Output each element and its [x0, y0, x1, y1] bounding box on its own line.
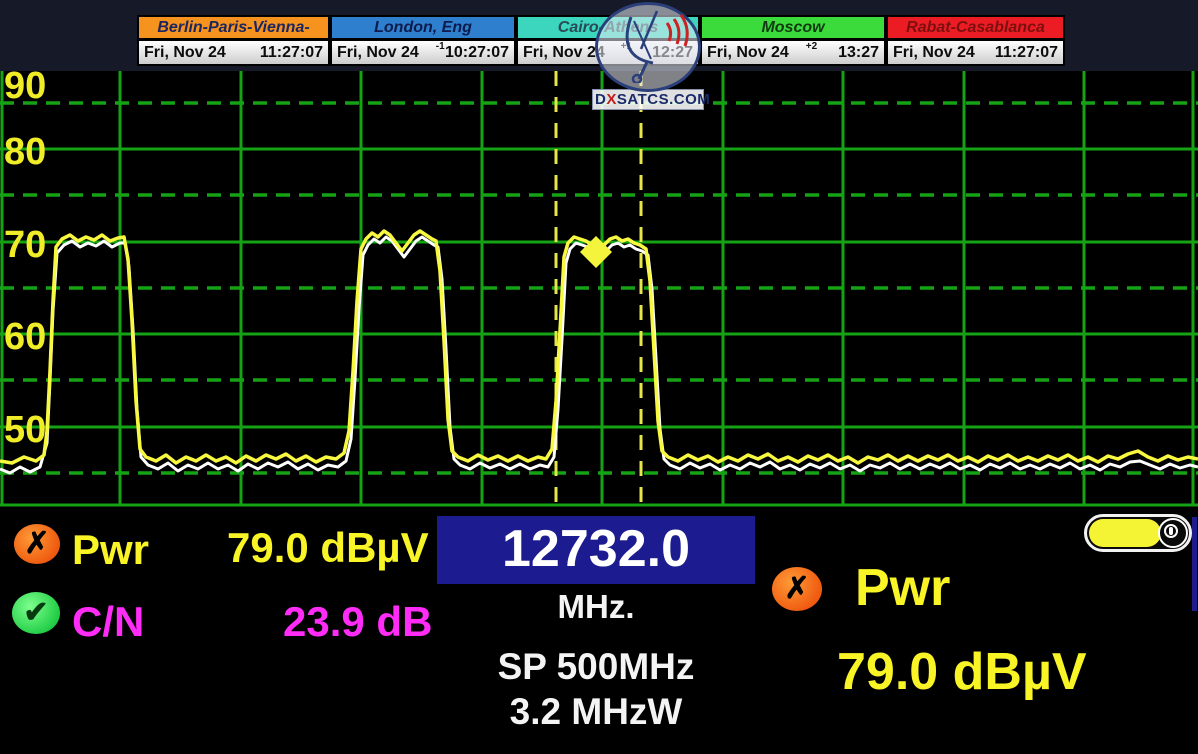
y-axis-label: 70	[4, 224, 46, 266]
clock-utc-offset: +2	[806, 41, 817, 52]
logo-d: D	[595, 91, 606, 108]
toggle-knob-icon	[1158, 518, 1188, 548]
logo-x: X	[606, 91, 617, 108]
clock-4: Rabat-Casablanca Fri, Nov 24 11:27:07	[886, 15, 1065, 66]
spectrum-display: 90 80 70 60 50	[0, 71, 1198, 511]
power-toggle[interactable]	[1084, 514, 1192, 552]
clock-time: 10:27:07	[445, 44, 509, 62]
clock-time: 11:27:07	[260, 44, 323, 62]
clock-1: London, Eng Fri, Nov 24 -110:27:07	[330, 15, 516, 66]
pwr-label-right: Pwr	[855, 558, 950, 618]
clock-time-row: Fri, Nov 24 11:27:07	[886, 40, 1065, 66]
clock-city-label: Moscow	[700, 15, 886, 40]
logo-text: DXSATCS.COM	[592, 89, 704, 110]
dxsatcs-logo: DXSATCS.COM	[592, 2, 704, 110]
clock-date: Fri, Nov 24	[337, 44, 419, 62]
clock-time-row: Fri, Nov 24 +2 13:27	[700, 40, 886, 66]
trace-white	[0, 237, 1198, 473]
y-axis-label: 90	[4, 71, 46, 107]
satellite-dish-logo-icon	[595, 2, 701, 92]
pwr-alarm-x-icon-right: ✗	[772, 567, 822, 611]
pwr-value-right: 79.0 dBµV	[837, 642, 1087, 702]
cn-ok-check-icon: ✔	[12, 592, 60, 634]
clock-time: 11:27:07	[995, 44, 1058, 62]
clock-3: Moscow Fri, Nov 24 +2 13:27	[700, 15, 886, 66]
x-glyph: ✗	[784, 574, 809, 604]
bandwidth-label: 3.2 MHzW	[437, 691, 755, 733]
frequency-unit-label: MHz.	[437, 588, 755, 626]
logo-rest: SATCS.COM	[617, 91, 710, 108]
clock-date: Fri, Nov 24	[893, 44, 975, 62]
clock-time-row: Fri, Nov 24 -110:27:07	[330, 40, 516, 66]
clock-time-row: Fri, Nov 24 11:27:07	[137, 40, 330, 66]
check-glyph: ✔	[23, 598, 48, 628]
center-frequency-display[interactable]: 12732.0	[437, 516, 755, 584]
clock-utc-offset: -1	[436, 41, 445, 52]
clock-date: Fri, Nov 24	[144, 44, 226, 62]
y-axis-label: 50	[4, 409, 46, 451]
clock-city-label: Berlin-Paris-Vienna-Roma	[137, 15, 330, 40]
pwr-value-left: 79.0 dBµV	[227, 524, 429, 572]
measurement-panel: ✗ Pwr 79.0 dBµV 12732.0 MHz. ✔ C/N 23.9 …	[0, 511, 1198, 754]
pwr-alarm-x-icon: ✗	[14, 524, 60, 564]
clock-date: Fri, Nov 24	[707, 44, 789, 62]
y-axis-label: 60	[4, 316, 46, 358]
clock-city-label: London, Eng	[330, 15, 516, 40]
x-glyph: ✗	[24, 529, 49, 559]
clock-0: Berlin-Paris-Vienna-Roma Fri, Nov 24 11:27…	[137, 15, 330, 66]
cn-value: 23.9 dB	[283, 598, 432, 646]
toggle-fill	[1089, 519, 1161, 547]
span-label: SP 500MHz	[437, 646, 755, 688]
right-edge-strip	[1192, 517, 1197, 611]
y-axis-label: 80	[4, 131, 46, 173]
satellite-meter-screen: Berlin-Paris-Vienna-Roma Fri, Nov 24 11:27…	[0, 0, 1198, 754]
clock-city-label: Rabat-Casablanca	[886, 15, 1065, 40]
clock-time: 13:27	[838, 44, 879, 62]
cn-label: C/N	[72, 598, 144, 646]
pwr-label-left: Pwr	[72, 526, 149, 574]
